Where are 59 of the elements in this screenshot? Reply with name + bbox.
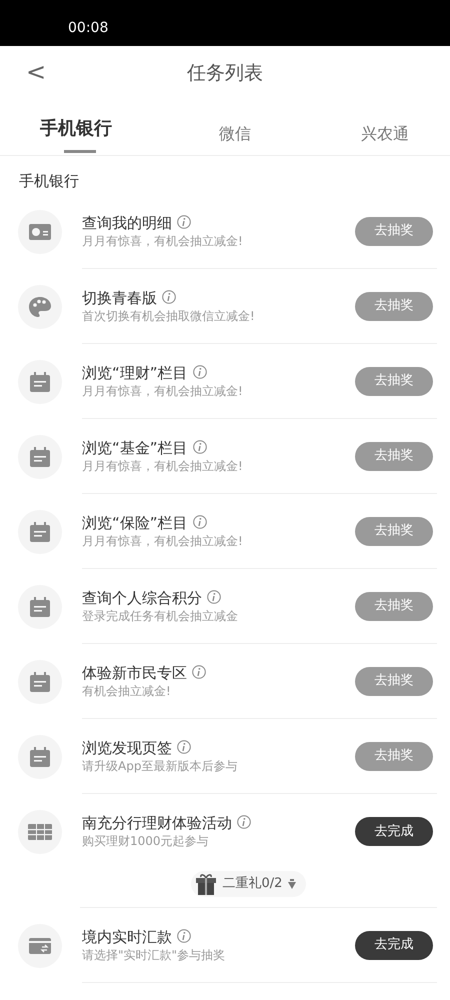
task-title: 查询我的明细 (82, 214, 172, 232)
task-description: 首次切换有机会抽取微信立减金! (82, 308, 255, 322)
task-description: 月月有惊喜，有机会抽立减金! (82, 458, 243, 472)
task-title: 查询个人综合积分 (82, 588, 202, 606)
task-title: 切换青春版 (82, 288, 157, 306)
draw-button[interactable]: 去抽奖 (355, 516, 433, 546)
task-title: 南充分行理财体验活动 (82, 814, 232, 832)
transfer-card-icon (18, 924, 62, 968)
status-time: 00:08 (68, 20, 108, 36)
draw-button[interactable]: 去抽奖 (355, 742, 433, 770)
task-title: 浏览“基金”栏目 (82, 438, 188, 456)
calendar-icon (18, 360, 62, 404)
palette-icon (18, 284, 62, 328)
task-title: 浏览发现页签 (82, 738, 172, 756)
task-description: 请选择"实时汇款"参与抽奖 (82, 948, 226, 962)
task-title: 浏览“保险”栏目 (82, 514, 188, 532)
ticket-icon (18, 810, 62, 854)
draw-button[interactable]: 去抽奖 (355, 216, 433, 246)
draw-button[interactable]: 去抽奖 (355, 366, 433, 396)
section-title: 手机银行 (19, 172, 79, 190)
task-title: 体验新市民专区 (82, 664, 187, 682)
task-description: 月月有惊喜，有机会抽立减金! (82, 534, 243, 548)
info-icon[interactable] (192, 364, 207, 378)
dropdown-icon (288, 879, 296, 889)
task-description: 有机会抽立减金! (82, 684, 171, 698)
task-description: 月月有惊喜，有机会抽立减金! (82, 384, 243, 398)
calendar-icon (18, 434, 62, 478)
complete-button[interactable]: 去完成 (355, 817, 433, 846)
page-title: 任务列表 (187, 62, 263, 84)
info-icon[interactable] (192, 514, 207, 528)
task-title: 境内实时汇款 (82, 928, 172, 946)
draw-button[interactable]: 去抽奖 (355, 666, 433, 696)
info-icon[interactable] (177, 740, 191, 754)
info-icon[interactable] (207, 590, 221, 604)
tab[interactable]: 微信 (150, 100, 320, 155)
calendar-icon (18, 660, 62, 704)
info-icon[interactable] (162, 290, 176, 304)
info-icon[interactable] (177, 214, 191, 228)
calendar-icon (18, 734, 62, 778)
back-button[interactable]: < (22, 58, 50, 86)
card-icon (18, 210, 62, 254)
task-description: 月月有惊喜，有机会抽立减金! (82, 234, 243, 248)
task-description: 购买理财1000元起参与 (82, 834, 209, 848)
draw-button[interactable]: 去抽奖 (355, 592, 433, 620)
info-icon[interactable] (237, 815, 251, 829)
info-icon[interactable] (192, 664, 206, 678)
complete-button[interactable]: 去完成 (355, 930, 433, 960)
gift-icon (194, 873, 217, 895)
calendar-icon (18, 510, 62, 554)
task-title: 浏览“理财”栏目 (82, 364, 188, 382)
info-icon[interactable] (177, 928, 191, 942)
task-description: 登录完成任务有机会抽立减金 (82, 608, 238, 622)
calendar-icon (18, 584, 62, 628)
tab[interactable]: 手机银行 (0, 100, 150, 155)
draw-button[interactable]: 去抽奖 (355, 442, 433, 470)
tab[interactable]: 兴农通 (320, 100, 450, 155)
draw-button[interactable]: 去抽奖 (355, 292, 433, 320)
info-icon[interactable] (192, 440, 207, 454)
task-description: 请升级App至最新版本后参与 (82, 758, 238, 772)
